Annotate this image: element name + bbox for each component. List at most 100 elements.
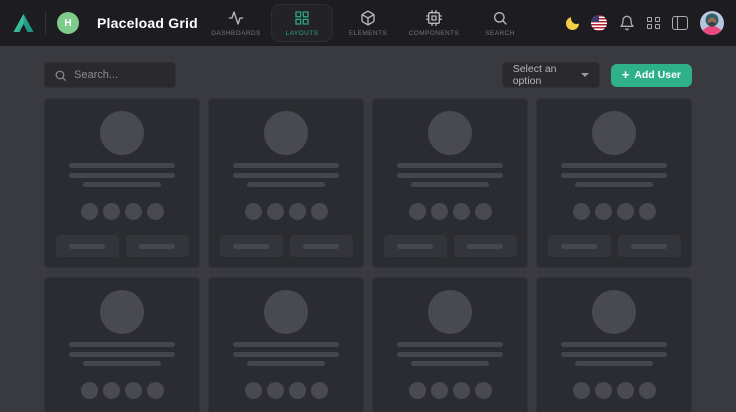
dot-placeholder: [147, 382, 164, 399]
button-placeholder[interactable]: [454, 235, 517, 257]
short-text-line-placeholder: [411, 182, 489, 187]
select-value: Select an option: [513, 63, 581, 87]
dots-placeholder-row: [81, 382, 164, 399]
brand: H Placeload Grid: [13, 12, 198, 34]
divider: [45, 12, 46, 34]
dot-placeholder: [147, 203, 164, 220]
dot-placeholder: [639, 382, 656, 399]
button-label-placeholder: [631, 244, 667, 249]
dot-placeholder: [245, 382, 262, 399]
text-line-placeholder: [397, 342, 503, 347]
short-text-line-placeholder: [575, 182, 653, 187]
text-line-placeholder: [397, 173, 503, 178]
dark-mode-toggle-moon-icon[interactable]: [566, 17, 579, 30]
dots-placeholder-row: [573, 382, 656, 399]
dot-placeholder: [311, 382, 328, 399]
dot-placeholder: [289, 382, 306, 399]
page-title: Placeload Grid: [97, 15, 198, 31]
dot-placeholder: [573, 382, 590, 399]
nav-item-elements[interactable]: ELEMENTS: [337, 4, 399, 42]
placeload-card: [536, 98, 692, 268]
button-label-placeholder: [139, 244, 175, 249]
short-text-line-placeholder: [247, 361, 325, 366]
avatar-placeholder: [100, 290, 144, 334]
user-filter-select[interactable]: Select an option: [502, 62, 600, 88]
avatar-placeholder: [592, 111, 636, 155]
button-label-placeholder: [561, 244, 597, 249]
avatar-placeholder: [264, 290, 308, 334]
user-avatar[interactable]: [700, 11, 724, 35]
button-placeholder[interactable]: [548, 235, 611, 257]
box-icon: [360, 10, 376, 26]
activity-icon: [228, 10, 244, 26]
dot-placeholder: [431, 382, 448, 399]
short-text-line-placeholder: [83, 182, 161, 187]
huro-badge[interactable]: H: [57, 12, 79, 34]
dot-placeholder: [595, 203, 612, 220]
dot-placeholder: [81, 203, 98, 220]
search-icon: [492, 10, 508, 26]
button-placeholder-row: [548, 235, 681, 257]
placeload-card: [208, 98, 364, 268]
placeload-card: [372, 98, 528, 268]
us-flag-language-icon[interactable]: [591, 15, 607, 31]
dot-placeholder: [409, 382, 426, 399]
dot-placeholder: [409, 203, 426, 220]
text-line-placeholder: [233, 352, 339, 357]
nav-item-layouts[interactable]: LAYOUTS: [271, 4, 333, 42]
nav-item-search[interactable]: SEARCH: [469, 4, 531, 42]
apps-grid-icon[interactable]: [647, 17, 660, 30]
text-line-placeholder: [69, 173, 175, 178]
dot-placeholder: [617, 382, 634, 399]
button-label-placeholder: [69, 244, 105, 249]
button-placeholder[interactable]: [126, 235, 189, 257]
nav-item-label: COMPONENTS: [409, 30, 460, 37]
text-line-placeholder: [69, 342, 175, 347]
dot-placeholder: [103, 203, 120, 220]
dots-placeholder-row: [245, 382, 328, 399]
placeload-card: [372, 277, 528, 412]
nav-item-dashboards[interactable]: DASHBOARDS: [205, 4, 267, 42]
button-placeholder[interactable]: [220, 235, 283, 257]
bell-icon[interactable]: [619, 15, 635, 31]
button-placeholder[interactable]: [56, 235, 119, 257]
button-placeholder[interactable]: [618, 235, 681, 257]
dot-placeholder: [267, 203, 284, 220]
short-text-line-placeholder: [247, 182, 325, 187]
text-line-placeholder: [69, 163, 175, 168]
search-input[interactable]: [74, 69, 166, 81]
button-placeholder-row: [220, 235, 353, 257]
panel-left-icon[interactable]: [672, 16, 688, 30]
avatar-illustration: [700, 11, 724, 35]
add-user-button[interactable]: + Add User: [611, 64, 692, 87]
navbar-right: [566, 11, 724, 35]
dots-placeholder-row: [409, 382, 492, 399]
dots-placeholder-row: [573, 203, 656, 220]
button-placeholder-row: [384, 235, 517, 257]
app-logo-icon[interactable]: [13, 13, 34, 33]
dot-placeholder: [431, 203, 448, 220]
short-text-line-placeholder: [575, 361, 653, 366]
dot-placeholder: [125, 203, 142, 220]
button-label-placeholder: [303, 244, 339, 249]
button-placeholder[interactable]: [290, 235, 353, 257]
nav-item-label: LAYOUTS: [286, 30, 319, 37]
text-line-placeholder: [561, 163, 667, 168]
dot-placeholder: [475, 382, 492, 399]
placeload-grid: [44, 98, 692, 412]
text-line-placeholder: [561, 352, 667, 357]
nav-item-components[interactable]: COMPONENTS: [403, 4, 465, 42]
placeload-card: [208, 277, 364, 412]
dots-placeholder-row: [81, 203, 164, 220]
short-text-line-placeholder: [83, 361, 161, 366]
avatar-placeholder: [100, 111, 144, 155]
grid-icon: [294, 10, 310, 26]
text-line-placeholder: [233, 163, 339, 168]
text-line-placeholder: [69, 352, 175, 357]
dot-placeholder: [289, 203, 306, 220]
cpu-icon: [426, 10, 442, 26]
plus-icon: +: [622, 68, 630, 81]
avatar-placeholder: [428, 111, 472, 155]
dot-placeholder: [81, 382, 98, 399]
button-placeholder[interactable]: [384, 235, 447, 257]
